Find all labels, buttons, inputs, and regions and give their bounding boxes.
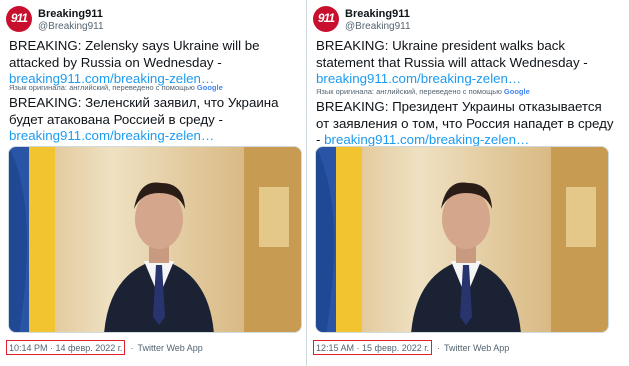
source-app[interactable]: Twitter Web App: [444, 343, 509, 353]
meta-separator: ·: [436, 343, 440, 353]
translated-body: BREAKING: Зеленский заявил, что Украина …: [9, 95, 279, 127]
tweet-body: BREAKING: Ukraine president walks back s…: [316, 38, 588, 70]
translated-link[interactable]: breaking911.com/breaking-zelen…: [9, 128, 214, 143]
meta-separator: ·: [130, 343, 134, 353]
translation-note: Язык оригинала: английский, переведено с…: [316, 87, 530, 96]
tweet-text: BREAKING: Ukraine president walks back s…: [316, 38, 616, 88]
translation-note-text: Язык оригинала: английский, переведено с…: [9, 83, 197, 92]
tweet-link[interactable]: breaking911.com/breaking-zelen…: [316, 71, 521, 86]
source-app[interactable]: Twitter Web App: [137, 343, 202, 353]
tweet-photo[interactable]: [315, 146, 609, 333]
avatar[interactable]: 911: [6, 6, 32, 32]
avatar-logo-text: 911: [317, 11, 335, 25]
timestamp[interactable]: 12:15 AM · 15 февр. 2022 г.: [313, 340, 432, 355]
translation-note: Язык оригинала: английский, переведено с…: [9, 83, 223, 92]
tweet-text: BREAKING: Zelensky says Ukraine will be …: [9, 38, 309, 88]
tweet-header: 911 Breaking911 @Breaking911: [6, 6, 306, 36]
author-handle[interactable]: @Breaking911: [38, 21, 104, 32]
tweet-photo[interactable]: [8, 146, 302, 333]
tweet-meta: 10:14 PM · 14 февр. 2022 г. · Twitter Web …: [6, 340, 203, 355]
translation-note-text: Язык оригинала: английский, переведено с…: [316, 87, 504, 96]
google-brand[interactable]: Google: [197, 83, 223, 92]
tweet-card[interactable]: 911 Breaking911 @Breaking911 BREAKING: U…: [306, 0, 629, 366]
translated-text: BREAKING: Зеленский заявил, что Украина …: [9, 95, 309, 145]
translated-link[interactable]: breaking911.com/breaking-zelen…: [324, 132, 529, 147]
avatar-logo-text: 911: [10, 11, 28, 25]
tweet-meta: 12:15 AM · 15 февр. 2022 г. · Twitter Web …: [313, 340, 509, 355]
author-name[interactable]: Breaking911: [38, 8, 103, 20]
google-brand[interactable]: Google: [504, 87, 530, 96]
translated-text: BREAKING: Президент Украины отказывается…: [316, 99, 616, 149]
author-handle[interactable]: @Breaking911: [345, 21, 411, 32]
timestamp[interactable]: 10:14 PM · 14 февр. 2022 г.: [6, 340, 126, 355]
tweet-card[interactable]: 911 Breaking911 @Breaking911 BREAKING: Z…: [0, 0, 314, 366]
author-name[interactable]: Breaking911: [345, 8, 410, 20]
tweet-body: BREAKING: Zelensky says Ukraine will be …: [9, 38, 260, 70]
avatar[interactable]: 911: [313, 6, 339, 32]
tweet-header: 911 Breaking911 @Breaking911: [313, 6, 613, 36]
